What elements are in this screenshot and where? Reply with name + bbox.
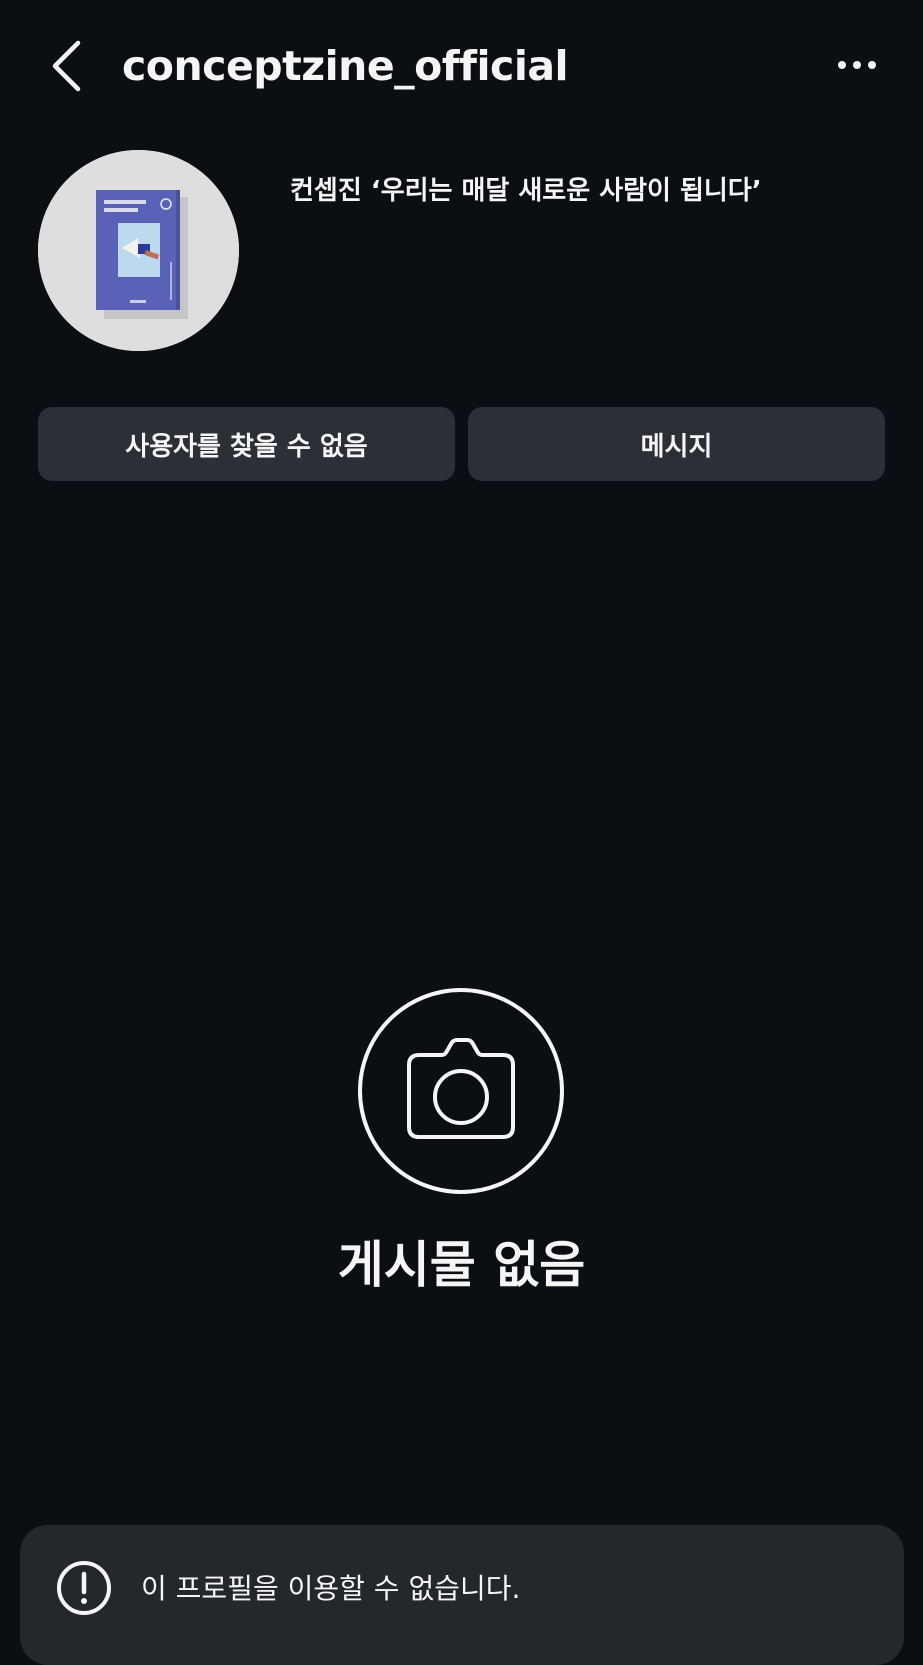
empty-posts-title: 게시물 없음 xyxy=(337,1236,586,1294)
more-options-button[interactable] xyxy=(830,40,884,90)
profile-username: conceptzine_official xyxy=(122,42,569,90)
top-bar: conceptzine_official xyxy=(0,0,923,130)
book-cover-image xyxy=(38,150,239,351)
alert-circle-icon xyxy=(57,1561,111,1615)
message-button[interactable]: 메시지 xyxy=(468,407,885,481)
unavailable-toast: 이 프로필을 이용할 수 없습니다. xyxy=(20,1525,904,1665)
camera-icon xyxy=(358,988,564,1194)
empty-posts-icon-wrapper xyxy=(357,987,565,1195)
profile-avatar[interactable] xyxy=(38,150,239,351)
chevron-left-icon xyxy=(52,40,81,92)
more-horizontal-icon xyxy=(838,61,876,69)
toast-message: 이 프로필을 이용할 수 없습니다. xyxy=(141,1572,521,1605)
profile-bio: 컨셉진 ‘우리는 매달 새로운 사람이 됩니다’ xyxy=(290,176,762,206)
user-not-found-button[interactable]: 사용자를 찾을 수 없음 xyxy=(38,407,455,481)
back-button[interactable] xyxy=(38,36,94,96)
